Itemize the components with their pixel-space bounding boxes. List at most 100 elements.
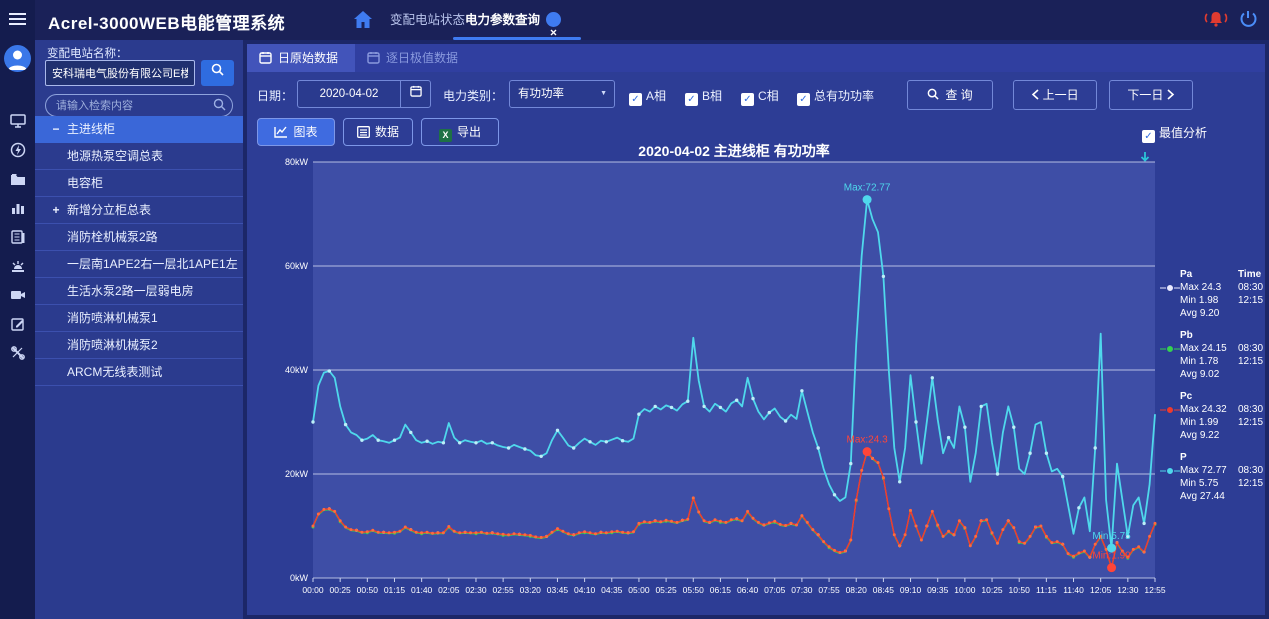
date-picker[interactable]: 2020-04-02 [297,80,431,108]
line-chart-icon [274,126,288,138]
folder-icon[interactable] [10,171,26,187]
series-marker-icon [1160,344,1180,354]
phase-a-checkbox[interactable]: ✓A相 [629,87,666,106]
tree-item[interactable]: 消防喷淋机械泵1 [35,305,243,332]
svg-text:08:20: 08:20 [846,585,868,595]
svg-text:20kW: 20kW [285,469,309,479]
svg-text:11:15: 11:15 [1036,585,1057,595]
camera-icon[interactable] [10,287,26,303]
app-title: Acrel-3000WEB电能管理系统 [48,9,285,34]
energy-icon[interactable] [10,142,26,158]
alarm-bell-icon[interactable] [1203,9,1229,32]
check-icon[interactable]: ✓ [797,93,810,106]
svg-text:Max:72.77: Max:72.77 [844,183,891,194]
tree-search-input[interactable] [45,94,233,117]
legend-item[interactable]: Pb Max 24.1508:30 Min 1.7812:15 Avg 9.02 [1160,329,1264,381]
sub-tab-bar: 日原始数据 逐日极值数据 [247,44,1265,72]
power-icon[interactable] [1238,9,1258,32]
menu-icon[interactable] [9,13,26,28]
calendar-icon[interactable] [400,81,430,107]
svg-text:12:05: 12:05 [1090,585,1112,595]
total-power-checkbox[interactable]: ✓总有功功率 [797,87,874,106]
active-tab-underline [453,37,581,40]
tree-item[interactable]: 地源热泵空调总表 [35,143,243,170]
svg-text:07:55: 07:55 [818,585,840,595]
tree-item[interactable]: −主进线柜 [35,116,243,143]
collapse-icon[interactable]: − [49,116,63,143]
svg-text:07:30: 07:30 [791,585,813,595]
svg-text:Min:5.75: Min:5.75 [1092,531,1131,542]
date-label: 日期： [257,87,293,104]
svg-text:09:10: 09:10 [900,585,922,595]
svg-text:40kW: 40kW [285,365,309,375]
legend-item[interactable]: PaTime Max 24.308:30 Min 1.9812:15 Avg 9… [1160,268,1264,320]
svg-text:05:50: 05:50 [683,585,705,595]
phase-b-checkbox[interactable]: ✓B相 [685,87,722,106]
svg-text:07:05: 07:05 [764,585,786,595]
report-icon[interactable] [10,229,26,245]
tab-station-status[interactable]: 变配电站状态 [390,0,465,40]
svg-text:02:55: 02:55 [492,585,514,595]
time-header: Time [1238,268,1269,281]
calendar-month-icon [367,51,380,64]
tree-item[interactable]: 一层南1APE2右一层北1APE1左 [35,251,243,278]
svg-text:04:35: 04:35 [601,585,623,595]
svg-text:05:25: 05:25 [655,585,677,595]
legend-item[interactable]: Pc Max 24.3208:30 Min 1.9912:15 Avg 9.22 [1160,390,1264,442]
left-icon-rail [0,0,35,619]
next-day-button[interactable]: 下一日 [1109,80,1193,110]
tree-item[interactable]: 消防栓机械泵2路 [35,224,243,251]
edit-icon[interactable] [10,316,26,332]
search-icon [213,98,226,114]
svg-text:10:50: 10:50 [1009,585,1031,595]
close-tab-icon[interactable] [546,12,561,27]
station-name-input[interactable] [45,60,195,86]
power-line-chart[interactable]: 0kW20kW40kW60kW80kW00:0000:2500:5001:150… [267,156,1172,604]
avatar[interactable] [4,45,31,72]
svg-text:10:25: 10:25 [981,585,1003,595]
svg-text:60kW: 60kW [285,261,309,271]
svg-text:03:20: 03:20 [520,585,542,595]
series-marker-icon [1160,283,1180,293]
expand-icon[interactable]: + [49,197,63,224]
station-name-label: 变配电站名称： [47,45,128,61]
svg-text:06:15: 06:15 [710,585,732,595]
tree-item[interactable]: 生活水泵2路一层弱电房 [35,278,243,305]
tree-item[interactable]: 电容柜 [35,170,243,197]
search-icon [211,63,224,76]
chart-legend-panel: PaTime Max 24.308:30 Min 1.9812:15 Avg 9… [1160,268,1264,512]
svg-text:12:55: 12:55 [1144,585,1166,595]
alarm-lamp-icon[interactable] [10,258,26,274]
query-button[interactable]: 查 询 [907,80,993,110]
tree-item[interactable]: +新增分立柜总表 [35,197,243,224]
svg-text:06:40: 06:40 [737,585,759,595]
legend-item[interactable]: P Max 72.7708:30 Min 5.7512:15 Avg 27.44 [1160,451,1264,503]
svg-text:05:00: 05:00 [628,585,650,595]
check-icon[interactable]: ✓ [685,93,698,106]
power-category-select[interactable]: 有功功率 ▼ [509,80,615,108]
svg-text:00:00: 00:00 [302,585,324,595]
check-icon[interactable]: ✓ [629,93,642,106]
phase-c-checkbox[interactable]: ✓C相 [741,87,779,106]
svg-text:00:25: 00:25 [330,585,352,595]
chevron-left-icon [1031,89,1039,100]
date-value[interactable]: 2020-04-02 [298,81,400,107]
category-label: 电力类别： [443,87,503,104]
svg-text:09:35: 09:35 [927,585,949,595]
svg-text:Max:24.3: Max:24.3 [847,435,889,446]
tools-icon[interactable] [10,345,26,361]
check-icon[interactable]: ✓ [741,93,754,106]
home-icon[interactable] [353,10,373,32]
tab-power-query[interactable]: 电力参数查询 [465,0,561,40]
chevron-right-icon [1167,89,1175,100]
tab-daily-raw-data[interactable]: 日原始数据 [247,44,355,72]
bar-chart-icon[interactable] [10,200,26,216]
svg-text:03:45: 03:45 [547,585,569,595]
tab-daily-extreme-data[interactable]: 逐日极值数据 [355,44,505,72]
station-search-button[interactable] [201,60,234,86]
tree-item[interactable]: 消防喷淋机械泵2 [35,332,243,359]
monitor-icon[interactable] [10,113,26,129]
tree-item[interactable]: ARCM无线表测试 [35,359,243,386]
svg-text:0kW: 0kW [290,573,309,583]
prev-day-button[interactable]: 上一日 [1013,80,1097,110]
